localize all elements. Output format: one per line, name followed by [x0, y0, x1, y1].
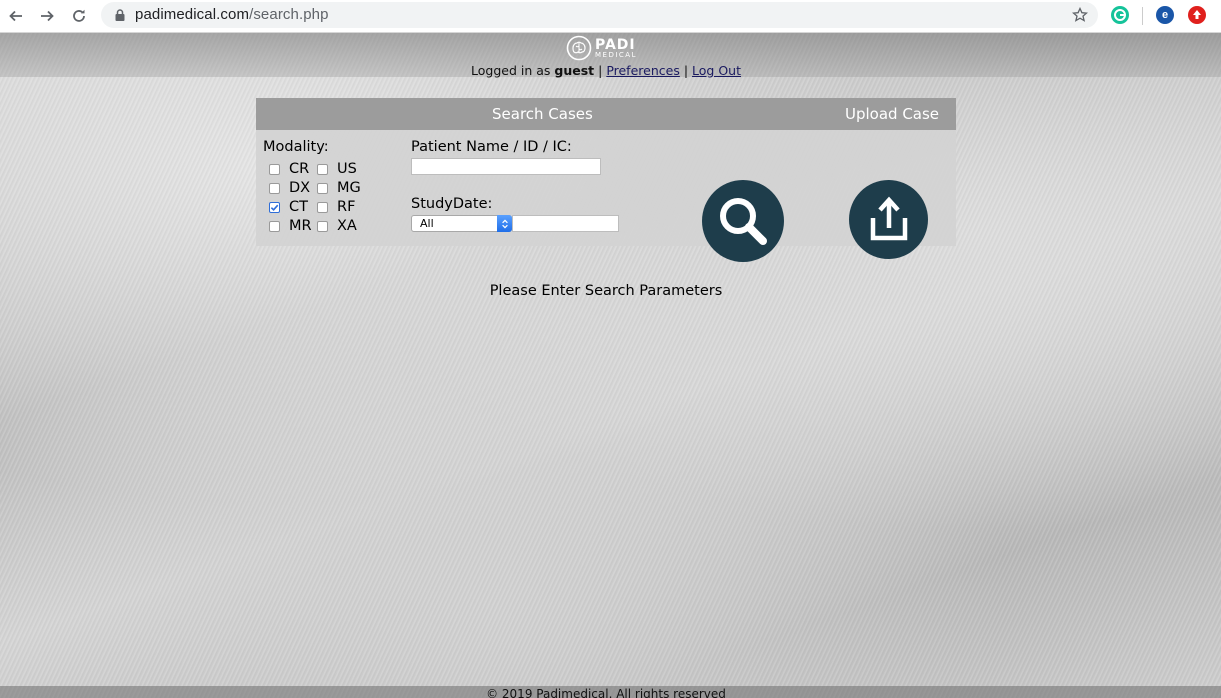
browser-toolbar: padimedical.com/search.php e [0, 0, 1221, 33]
bookmark-star-icon[interactable] [1072, 7, 1088, 23]
reload-icon [73, 9, 85, 22]
address-bar[interactable]: padimedical.com/search.php [101, 2, 1098, 28]
upload-case-title[interactable]: Upload Case [845, 105, 939, 123]
back-button[interactable] [5, 5, 27, 27]
modality-checkbox[interactable] [317, 163, 328, 175]
logo-line2: MEDICAL [595, 50, 637, 59]
site-logo[interactable]: PADI MEDICAL [566, 35, 646, 61]
lock-icon [115, 9, 125, 21]
logo-line1: PADI [595, 36, 636, 53]
search-panel: Search Cases Upload Case Modality: CR US D… [256, 98, 956, 262]
modality-option-mg[interactable]: MG [317, 179, 363, 197]
url-host: padimedical.com [135, 6, 250, 23]
search-button[interactable] [702, 180, 784, 262]
select-arrows-icon [497, 215, 512, 232]
upload-extension-icon[interactable] [1188, 6, 1206, 24]
modality-label: Modality: [263, 139, 329, 155]
arrow-right-icon [41, 10, 54, 22]
logged-in-prefix: Logged in as [471, 63, 555, 78]
grammarly-icon[interactable] [1111, 6, 1129, 24]
studydate-label: StudyDate: [411, 196, 493, 212]
modality-checkbox[interactable] [269, 220, 280, 232]
logout-link[interactable]: Log Out [692, 63, 741, 78]
url-text: padimedical.com/search.php [135, 6, 329, 23]
separator: | [683, 63, 689, 78]
modality-checkbox[interactable] [269, 182, 280, 194]
studydate-selected: All [420, 217, 434, 230]
modality-option-dx[interactable]: DX [269, 179, 315, 197]
copyright-text: © 2019 Padimedical. All rights reserved [486, 687, 726, 698]
studydate-input[interactable] [512, 215, 619, 232]
modality-option-ct[interactable]: CT [269, 198, 315, 216]
modality-checkbox[interactable] [269, 201, 280, 213]
modality-label-text: CT [289, 199, 308, 215]
modality-label-text: MR [289, 218, 312, 234]
magnifier-icon [720, 198, 767, 245]
studydate-select[interactable]: All [411, 215, 512, 232]
toolbar-divider [1142, 7, 1143, 25]
logo-text: PADI MEDICAL [595, 38, 637, 59]
profile-initial: e [1161, 9, 1169, 21]
modality-checkbox[interactable] [269, 163, 280, 175]
modality-label-text: XA [337, 218, 357, 234]
arrow-left-icon [9, 10, 22, 22]
modality-option-us[interactable]: US [317, 160, 363, 178]
checkmark-icon [270, 204, 279, 211]
modality-option-xa[interactable]: XA [317, 217, 363, 235]
preferences-link[interactable]: Preferences [606, 63, 680, 78]
modality-label-text: CR [289, 161, 310, 177]
modality-label-text: RF [337, 199, 356, 215]
login-status: Logged in as guest | Preferences | Log O… [0, 63, 1212, 78]
patient-search-input[interactable] [411, 158, 601, 175]
brain-logo-icon [566, 35, 592, 61]
share-upload-icon [870, 196, 908, 241]
separator: | [598, 63, 603, 78]
modality-option-mr[interactable]: MR [269, 217, 315, 235]
status-message: Please Enter Search Parameters [489, 283, 723, 299]
footer: © 2019 Padimedical. All rights reserved [0, 686, 1221, 698]
modality-label-text: DX [289, 180, 311, 196]
panel-header: Search Cases Upload Case [256, 98, 956, 130]
search-cases-title: Search Cases [492, 105, 593, 123]
page-background: PADI MEDICAL Logged in as guest | Prefer… [0, 33, 1221, 698]
upload-button[interactable] [849, 180, 928, 259]
reload-button[interactable] [68, 5, 90, 27]
forward-button[interactable] [36, 5, 58, 27]
username: guest [554, 63, 595, 78]
url-path: /search.php [249, 6, 329, 23]
profile-avatar[interactable]: e [1156, 6, 1174, 24]
modality-checkbox[interactable] [317, 182, 328, 194]
patient-label: Patient Name / ID / IC: [411, 139, 572, 155]
modality-option-cr[interactable]: CR [269, 160, 315, 178]
modality-checkbox[interactable] [317, 220, 328, 232]
modality-label-text: MG [337, 180, 361, 196]
modality-checkbox[interactable] [317, 201, 328, 213]
modality-option-rf[interactable]: RF [317, 198, 363, 216]
modality-label-text: US [337, 161, 357, 177]
